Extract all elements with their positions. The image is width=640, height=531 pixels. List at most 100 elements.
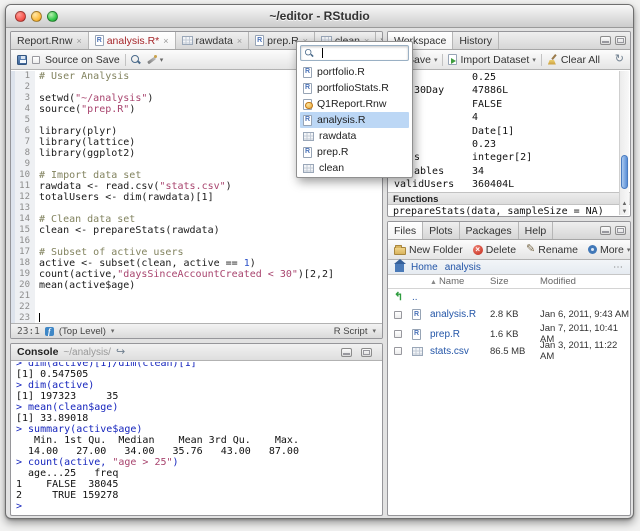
editor-tab-ReportRnw[interactable]: Report.Rnw× <box>11 32 89 49</box>
variable-value: 0.23 <box>472 138 496 151</box>
code-line[interactable]: 14# Clean data set <box>11 214 382 225</box>
workspace-variable-row[interactable]: sinteger[2] <box>388 151 618 164</box>
workspace-scrollbar[interactable]: ▲ ▼ <box>619 71 629 215</box>
column-size[interactable]: Size <box>490 276 540 287</box>
switcher-item-portfolioR[interactable]: portfolio.R <box>300 64 409 80</box>
column-name[interactable]: ▲Name <box>430 276 490 287</box>
tab-help[interactable]: Help <box>519 222 554 239</box>
source-on-save-checkbox[interactable] <box>32 56 40 64</box>
code-text: # User Analysis <box>35 71 129 82</box>
switcher-item-portfolioStatsR[interactable]: portfolioStats.R <box>300 80 409 96</box>
workspace-variable-row[interactable]: ables34 <box>388 165 618 178</box>
code-line[interactable]: 22 <box>11 302 382 313</box>
code-line[interactable]: 19count(active,"daysSinceAccountCreated … <box>11 269 382 280</box>
file-name[interactable]: stats.csv <box>430 346 490 357</box>
close-tab-icon[interactable]: × <box>163 36 168 46</box>
variable-value: integer[2] <box>472 151 532 164</box>
workspace-variable-row[interactable]: 30Day47886L <box>388 84 618 97</box>
more-button[interactable]: More▾ <box>588 244 630 256</box>
home-icon[interactable] <box>395 264 404 272</box>
file-type-selector[interactable]: R Script <box>334 326 368 337</box>
workspace-variable-row[interactable]: Date[1] <box>388 125 618 138</box>
minimize-workspace-icon[interactable] <box>600 36 611 45</box>
find-icon[interactable] <box>131 55 141 65</box>
code-line[interactable]: 18active <- subset(clean, active == 1) <box>11 258 382 269</box>
function-entry[interactable]: prepareStats(data, sampleSize = NA) <box>388 206 604 217</box>
file-search-input[interactable] <box>300 45 409 61</box>
workspace-variable-row[interactable]: 4 <box>388 111 618 124</box>
tab-plots[interactable]: Plots <box>423 222 459 239</box>
workspace-variable-row[interactable]: 0.23 <box>388 138 618 151</box>
switcher-item-rawdata[interactable]: rawdata <box>300 128 409 144</box>
switcher-item-analysisR[interactable]: analysis.R <box>300 112 409 128</box>
close-tab-icon[interactable]: × <box>76 36 81 46</box>
code-line[interactable]: 21 <box>11 291 382 302</box>
file-name: .. <box>412 292 430 303</box>
workspace-variable-row[interactable]: FALSE <box>388 98 618 111</box>
files-panel: Files Plots Packages Help New Folder ×De… <box>387 221 631 516</box>
scroll-down-icon[interactable]: ▼ <box>620 209 629 215</box>
code-line[interactable]: 17# Subset of active users <box>11 247 382 258</box>
file-row[interactable]: stats.csv86.5 MBJan 3, 2011, 11:22 AM <box>388 340 630 357</box>
switcher-item-prepR[interactable]: prep.R <box>300 144 409 160</box>
title-bar[interactable]: ~/editor - RStudio <box>6 5 633 28</box>
scroll-up-icon[interactable]: ▲ <box>620 201 629 207</box>
code-seg: "stats.csv" <box>159 181 225 192</box>
workspace-variable-row[interactable]: validUsers360404L <box>388 178 618 191</box>
breadcrumb-more-icon[interactable]: ⋯ <box>613 262 623 273</box>
clear-all-button[interactable]: Clear All <box>547 54 600 66</box>
breadcrumb-folder[interactable]: analysis <box>445 262 481 273</box>
code-line[interactable]: 20mean(active$age) <box>11 280 382 291</box>
close-tab-icon[interactable]: × <box>237 36 242 46</box>
goto-directory-icon[interactable]: ↪ <box>116 347 125 358</box>
delete-button[interactable]: ×Delete <box>473 244 516 256</box>
rename-button[interactable]: ✎Rename <box>526 244 578 256</box>
line-number: 6 <box>11 126 35 137</box>
code-text <box>35 302 39 313</box>
code-seg: library(plyr) <box>39 126 117 137</box>
code-line[interactable]: 12totalUsers <- dim(rawdata)[1] <box>11 192 382 203</box>
console-output[interactable]: > dim(active)[1]/dim(clean)[1][1] 0.5475… <box>11 362 382 515</box>
parent-directory-row[interactable]: ↰.. <box>388 289 630 306</box>
switcher-item-clean[interactable]: clean <box>300 160 409 176</box>
console-seg: > dim(active)[1]/dim(clean)[1] <box>16 362 197 369</box>
file-name[interactable]: prep.R <box>430 329 490 340</box>
scope-selector[interactable]: (Top Level) <box>59 326 106 337</box>
file-row[interactable]: prep.R1.6 KBJan 7, 2011, 10:41 AM <box>388 323 630 340</box>
minimize-console-icon[interactable] <box>341 348 352 357</box>
file-checkbox[interactable] <box>394 311 402 319</box>
code-line[interactable]: 23 <box>11 313 382 323</box>
code-line[interactable]: 11rawdata <- read.csv("stats.csv") <box>11 181 382 192</box>
tab-files[interactable]: Files <box>388 222 423 239</box>
tab-packages[interactable]: Packages <box>460 222 519 239</box>
code-line[interactable]: 16 <box>11 236 382 247</box>
code-line[interactable]: 13 <box>11 203 382 214</box>
file-checkbox[interactable] <box>394 330 402 338</box>
workspace-variable-row[interactable]: 0.25 <box>388 71 618 84</box>
maximize-console-icon[interactable] <box>361 348 372 357</box>
file-name[interactable]: analysis.R <box>430 309 490 320</box>
breadcrumb-home[interactable]: Home <box>411 262 438 273</box>
console-seg: > summary(active$age) <box>16 424 142 435</box>
editor-tab-rawdata[interactable]: rawdata× <box>176 32 250 49</box>
file-checkbox[interactable] <box>394 347 402 355</box>
save-file-icon[interactable] <box>17 55 27 65</box>
import-dataset-button[interactable]: Import Dataset▾ <box>448 54 535 66</box>
code-tools-button[interactable]: ▾ <box>146 54 164 65</box>
column-modified[interactable]: Modified <box>540 276 630 287</box>
tab-history[interactable]: History <box>453 32 499 49</box>
refresh-workspace-icon[interactable]: ↻ <box>615 54 624 65</box>
editor-tab-analysisR[interactable]: analysis.R*× <box>89 32 176 49</box>
code-line[interactable]: 15clean <- prepareStats(rawdata) <box>11 225 382 236</box>
maximize-files-icon[interactable] <box>615 226 626 235</box>
functions-section-header: Functions <box>388 192 630 205</box>
scrollbar-thumb[interactable] <box>621 155 628 190</box>
minimize-files-icon[interactable] <box>600 226 611 235</box>
code-text: mean(active$age) <box>35 280 135 291</box>
new-folder-button[interactable]: New Folder <box>394 244 463 256</box>
r-file-icon <box>303 115 312 126</box>
line-number: 3 <box>11 93 35 104</box>
switcher-item-Q1ReportRnw[interactable]: Q1Report.Rnw <box>300 96 409 112</box>
file-row[interactable]: analysis.R2.8 KBJan 6, 2011, 9:43 AM <box>388 306 630 323</box>
maximize-workspace-icon[interactable] <box>615 36 626 45</box>
